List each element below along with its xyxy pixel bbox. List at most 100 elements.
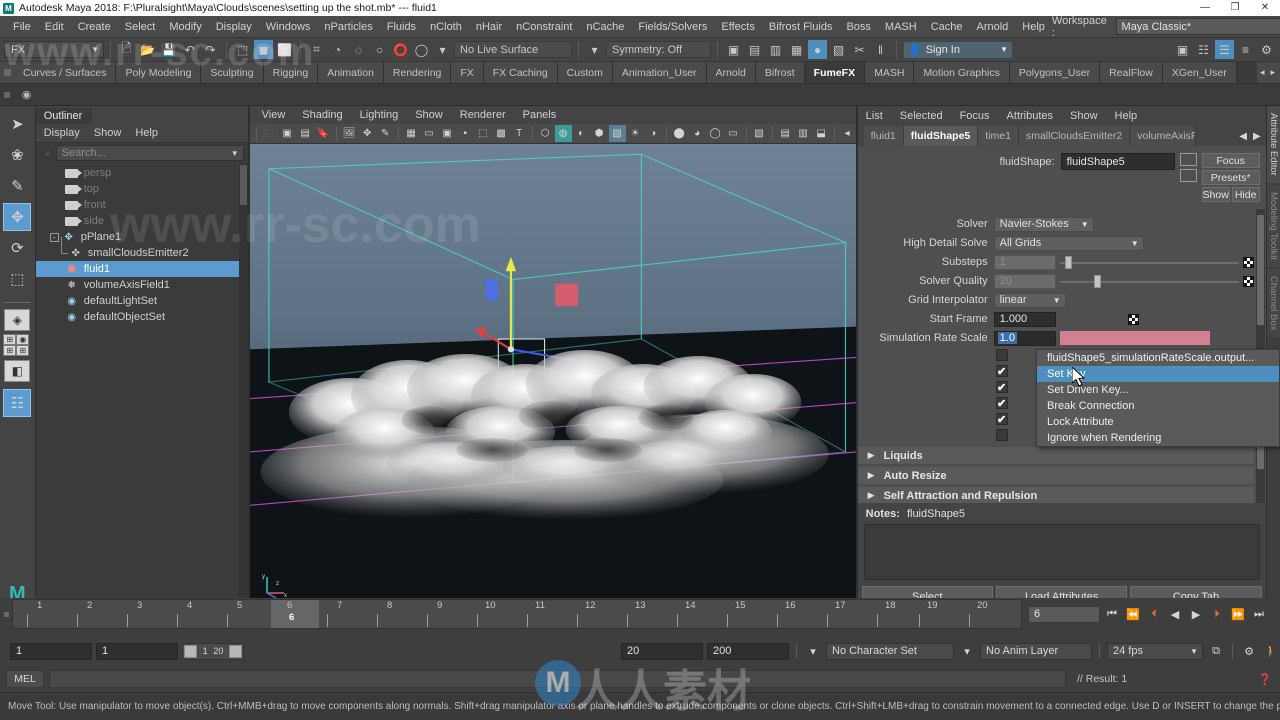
menuset-dropdown[interactable]: FX ▼ [4,41,104,58]
xray-joints-icon[interactable]: ▤ [777,125,794,142]
presets-button[interactable]: Presets* [1202,170,1260,185]
shelf-tab-fx[interactable]: FX [451,62,483,83]
shelf-tab-bifrost[interactable]: Bifrost [756,62,805,83]
ambient-occlusion-icon[interactable]: ⬤ [671,125,688,142]
menu-item-nconstraint[interactable]: nConstraint [509,16,579,38]
slider-knob[interactable] [1065,256,1072,269]
menu-item-windows[interactable]: Windows [259,16,318,38]
ipr-render-icon[interactable]: ▤ [745,40,764,59]
menu-item-fluids[interactable]: Fluids [380,16,423,38]
range-handle-right[interactable] [229,645,242,658]
outliner-item-side[interactable]: side [36,213,248,229]
play-forwards-icon[interactable]: ▶ [1187,605,1205,623]
command-input[interactable] [49,670,1066,688]
shelf-icon-fumefx-grid[interactable]: ◉ [17,85,36,104]
start-frame-map-button[interactable] [1128,314,1139,325]
bookmark-icon[interactable]: 🔖 [315,125,332,142]
grease-pencil-icon[interactable]: ✎ [377,125,394,142]
context-menu-item-ignore-when-rendering[interactable]: Ignore when Rendering [1037,430,1279,446]
step-back-frame-icon[interactable]: ⏴ [1145,605,1163,623]
rail-tab-modeling-toolkit[interactable]: Modeling Toolkit [1267,185,1280,267]
render-settings-icon[interactable]: ▦ [787,40,806,59]
menu-item-modify[interactable]: Modify [162,16,208,38]
ae-menu-help[interactable]: Help [1115,110,1138,122]
shadows-toggle-icon[interactable]: ◑ [645,125,662,142]
smooth-shade-all-icon[interactable]: ◍ [555,125,572,142]
focus-button[interactable]: Focus [1202,153,1260,168]
input-connection-icon[interactable] [1180,153,1197,166]
substeps-slider[interactable] [1060,255,1239,270]
select-by-component-icon[interactable]: ⬜ [275,40,294,59]
settings-gear-icon[interactable]: ⚙ [1257,40,1276,59]
rail-tab-channel-box[interactable]: Channel Box [1267,269,1280,337]
auto-key-toggle-icon[interactable]: ⧉ [1207,642,1225,660]
shelf-tab-sculpting[interactable]: Sculpting [201,62,263,83]
play-backwards-icon[interactable]: ◀ [1166,605,1184,623]
shelf-next-arrow-icon[interactable]: ▸ [1267,67,1278,78]
camera-select-icon[interactable]: 🎥 [261,125,278,142]
shelf-tab-animation-user[interactable]: Animation_User [613,62,707,83]
node-name-input[interactable]: fluidShape5 [1061,153,1175,170]
shelf-tab-mash[interactable]: MASH [865,62,914,83]
chevron-down-icon[interactable]: ▾ [585,40,604,59]
shelf-tab-curves-surfaces[interactable]: Curves / Surfaces [14,62,116,83]
ae-menu-attributes[interactable]: Attributes [1007,110,1053,122]
layout-single-pane-button[interactable]: ◈ [4,309,30,331]
menu-item-select[interactable]: Select [118,16,163,38]
ae-tab-fluid1[interactable]: fluid1 [864,126,904,146]
ae-menu-selected[interactable]: Selected [900,110,943,122]
xray-active-components-icon[interactable]: ▥ [795,125,812,142]
menu-item-cache[interactable]: Cache [924,16,970,38]
two-d-pan-zoom-icon[interactable]: ✥ [359,125,376,142]
shelf-tab-xgen-user[interactable]: XGen_User [1163,62,1237,83]
ae-tab-volumeaxisfield1[interactable]: volumeAxisField1 [1130,126,1196,146]
redo-icon[interactable]: ↷ [201,40,220,59]
viewport-menu-lighting[interactable]: Lighting [360,109,399,121]
bookmark-camera-icon[interactable]: ▤ [297,125,314,142]
sign-in-button[interactable]: 👤 Sign In ▼ [903,41,1013,59]
snap-to-view-plane-icon[interactable]: ⭕ [391,40,410,59]
ae-tab-fluidshape5[interactable]: fluidShape5 [904,126,979,146]
script-language-button[interactable]: MEL [6,670,44,688]
outliner-menu-help[interactable]: Help [135,127,158,139]
simulation-rate-scale-input[interactable]: 1.0 [994,331,1056,346]
wireframe-on-shaded-icon[interactable]: ⬢ [591,125,608,142]
snap-to-grid-icon[interactable]: ⌗ [307,40,326,59]
context-menu-item-lock-attribute[interactable]: Lock Attribute [1037,414,1279,430]
section-auto-resize[interactable]: ▶ Auto Resize [858,467,1254,485]
camera-attributes-icon[interactable]: ▣ [279,125,296,142]
outliner-tree[interactable]: persp top front side [36,163,248,601]
solver-quality-slider[interactable] [1060,274,1239,289]
context-menu-item-set-key[interactable]: Set Key [1037,366,1279,382]
shelf-grip[interactable] [0,62,14,83]
xray-toggle-icon[interactable]: T [511,125,528,142]
menu-item-ncloth[interactable]: nCloth [423,16,469,38]
hypershade-icon[interactable]: ● [808,40,827,59]
shelf-tab-animation[interactable]: Animation [318,62,384,83]
menu-item-file[interactable]: File [6,16,38,38]
go-to-end-icon[interactable]: ⏭ [1250,605,1268,623]
simulation-rate-scale-keyed-slider[interactable] [1060,331,1210,345]
rotate-tool[interactable]: ⟳ [3,234,31,262]
shelf-prev-arrow-icon[interactable]: ◂ [1257,67,1268,78]
scrollbar-thumb[interactable] [240,165,247,205]
open-scene-icon[interactable]: 📂 [138,40,157,59]
isolate-select-icon[interactable]: ▧ [751,125,768,142]
section-liquids[interactable]: ▶ Liquids [858,447,1254,465]
shelf-row-grip[interactable] [0,84,14,105]
checkbox-checked[interactable]: ✔ [996,413,1008,425]
outliner-menu-show[interactable]: Show [94,127,122,139]
scissors-icon[interactable]: ✂ [850,40,869,59]
viewport-3d-canvas[interactable]: y x z persp [250,144,856,612]
substeps-map-button[interactable] [1243,257,1254,268]
undo-icon[interactable]: ↶ [180,40,199,59]
ae-menu-list[interactable]: List [866,110,883,122]
shelf-tab-rendering[interactable]: Rendering [384,62,451,83]
checkbox-unchecked[interactable] [996,349,1008,361]
viewport-menu-renderer[interactable]: Renderer [460,109,506,121]
hide-nurbs-icon[interactable]: ⬓ [813,125,830,142]
character-set-dropdown[interactable]: No Character Set [826,643,954,660]
step-back-keyframe-icon[interactable]: ⏪ [1124,605,1142,623]
layout-four-pane-button[interactable]: ⊞ ◉ ⊞ ⊞ [3,334,31,356]
step-forward-frame-icon[interactable]: ⏵ [1208,605,1226,623]
